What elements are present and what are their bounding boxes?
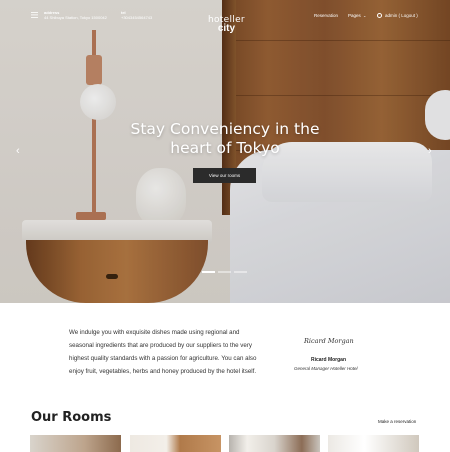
room-thumbnail[interactable] bbox=[328, 435, 419, 452]
nav-pages-label: Pages bbox=[348, 13, 361, 18]
nav-reservation-link[interactable]: Reservation bbox=[314, 13, 338, 18]
nav-pages-dropdown[interactable]: Pages ⌄ bbox=[348, 13, 366, 18]
telephone-block: tel +3043454564743 bbox=[121, 10, 152, 20]
hero-slider: address 44 Shibuya Station, Tokyo 150004… bbox=[0, 0, 450, 303]
nav-user-label: admin ( Logout ) bbox=[385, 13, 418, 18]
address-block: address 44 Shibuya Station, Tokyo 150004… bbox=[44, 10, 107, 20]
hamburger-menu-icon[interactable] bbox=[31, 12, 38, 18]
room-thumbnail[interactable] bbox=[30, 435, 121, 452]
make-reservation-link[interactable]: Make a reservation bbox=[378, 419, 416, 424]
manager-name: Ricard Morgan bbox=[311, 357, 347, 363]
section-title-our-rooms: Our Rooms bbox=[31, 410, 112, 425]
manager-signature: Ricard Morgan bbox=[304, 337, 354, 345]
room-thumbnail[interactable] bbox=[130, 435, 221, 452]
site-logo[interactable]: hoteller city bbox=[208, 16, 245, 34]
manager-role: General Manager Hoteller Hotel bbox=[294, 366, 358, 371]
slider-dot[interactable] bbox=[202, 271, 215, 273]
telephone-value[interactable]: +3043454564743 bbox=[121, 15, 152, 20]
slider-dot[interactable] bbox=[234, 271, 247, 273]
slider-prev-arrow[interactable]: ‹ bbox=[16, 146, 20, 157]
view-rooms-button[interactable]: View our rooms bbox=[193, 168, 256, 183]
top-navigation-bar: address 44 Shibuya Station, Tokyo 150004… bbox=[0, 0, 450, 34]
slider-dot[interactable] bbox=[218, 271, 231, 273]
address-value: 44 Shibuya Station, Tokyo 1500042 bbox=[44, 15, 107, 20]
slider-next-arrow[interactable]: › bbox=[428, 146, 432, 157]
chevron-down-icon: ⌄ bbox=[363, 13, 367, 18]
nav-user-account[interactable]: admin ( Logout ) bbox=[377, 13, 418, 18]
logo-text-city: city bbox=[217, 23, 236, 34]
room-thumbnail[interactable] bbox=[229, 435, 320, 452]
intro-paragraph: We indulge you with exquisite dishes mad… bbox=[69, 329, 257, 375]
user-icon bbox=[377, 13, 382, 18]
hero-title: Stay Conveniency in the heart of Tokyo bbox=[130, 120, 320, 157]
slider-pagination bbox=[202, 271, 247, 273]
